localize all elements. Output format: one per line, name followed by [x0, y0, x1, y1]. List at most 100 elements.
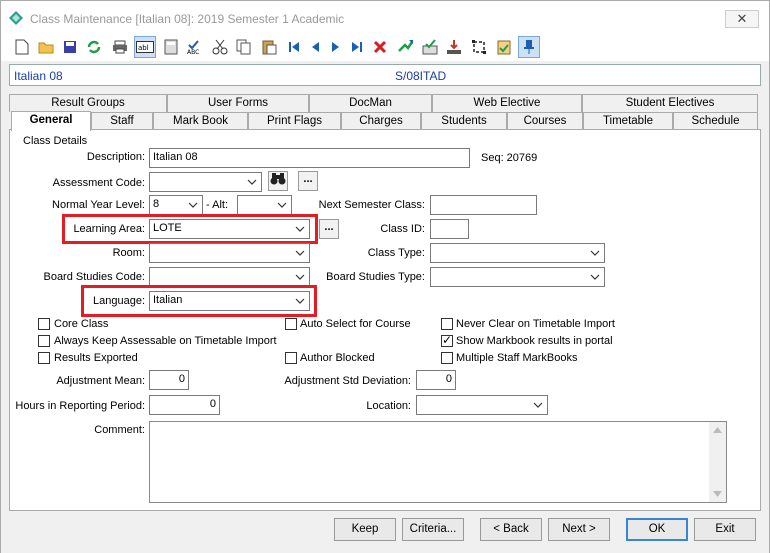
- comment-label: Comment:: [94, 424, 145, 436]
- location-dropdown[interactable]: [416, 395, 548, 415]
- show-markbook-checkbox[interactable]: [441, 333, 453, 347]
- board-studies-type-dropdown[interactable]: [430, 267, 605, 287]
- tab-docman[interactable]: DocMan: [309, 94, 432, 112]
- calculator-icon[interactable]: [160, 36, 182, 58]
- save-icon[interactable]: [59, 36, 81, 58]
- class-type-dropdown[interactable]: [430, 243, 605, 263]
- comment-scrollbar[interactable]: [709, 422, 726, 502]
- next-semester-class-label: Next Semester Class:: [318, 199, 425, 211]
- tab-user-forms[interactable]: User Forms: [167, 94, 309, 112]
- tab-web-elective[interactable]: Web Elective: [432, 94, 582, 112]
- comment-textarea[interactable]: [149, 421, 727, 503]
- last-record-icon[interactable]: [346, 36, 368, 58]
- cut-icon[interactable]: [209, 36, 231, 58]
- description-input[interactable]: Italian 08: [149, 148, 470, 168]
- next-button[interactable]: Next >: [548, 518, 610, 541]
- copy-icon[interactable]: [233, 36, 255, 58]
- print-icon[interactable]: [109, 36, 131, 58]
- normal-year-level-dropdown[interactable]: 8: [149, 195, 203, 215]
- always-keep-assessable-checkbox[interactable]: [38, 335, 50, 347]
- assessment-code-label: Assessment Code:: [52, 177, 145, 189]
- tab-general[interactable]: General: [11, 111, 91, 131]
- tab-student-electives[interactable]: Student Electives: [582, 94, 758, 112]
- app-icon: [9, 11, 23, 25]
- board-studies-type-label: Board Studies Type:: [326, 271, 425, 283]
- keep-button[interactable]: Keep: [334, 518, 396, 541]
- criteria-button[interactable]: Criteria...: [402, 518, 464, 541]
- always-keep-assessable-label: Always Keep Assessable on Timetable Impo…: [54, 335, 277, 347]
- approve-icon[interactable]: [419, 36, 441, 58]
- pin-icon[interactable]: [518, 36, 540, 58]
- scroll-down-icon[interactable]: [713, 491, 722, 497]
- hours-input[interactable]: 0: [149, 395, 220, 415]
- back-button[interactable]: < Back: [480, 518, 542, 541]
- class-id-label: Class ID:: [380, 223, 425, 235]
- core-class-checkbox[interactable]: [38, 318, 50, 330]
- auto-select-course-checkbox[interactable]: [285, 318, 297, 330]
- tab-staff[interactable]: Staff: [91, 112, 153, 130]
- class-type-label: Class Type:: [367, 247, 425, 259]
- chevron-down-icon: [247, 179, 257, 185]
- toolbar: abl ABC: [1, 33, 769, 61]
- tab-students[interactable]: Students: [421, 112, 507, 130]
- assessment-code-browse-button[interactable]: ...: [298, 171, 318, 191]
- new-icon[interactable]: [11, 36, 33, 58]
- learning-area-highlight: [62, 214, 318, 244]
- auto-select-course-label: Auto Select for Course: [300, 318, 411, 330]
- delete-icon[interactable]: [369, 36, 391, 58]
- seq-label: Seq: 20769: [481, 152, 538, 164]
- next-semester-class-input[interactable]: [430, 195, 537, 215]
- jump-icon[interactable]: [394, 36, 416, 58]
- window-title: Class Maintenance [Italian 08]: 2019 Sem…: [30, 12, 345, 26]
- tab-schedule[interactable]: Schedule: [673, 112, 758, 130]
- assessment-code-dropdown[interactable]: [149, 172, 262, 192]
- binoculars-button[interactable]: [268, 171, 288, 191]
- export-icon[interactable]: [443, 36, 465, 58]
- board-studies-code-dropdown[interactable]: [149, 267, 310, 287]
- close-button[interactable]: ✕: [725, 10, 759, 28]
- tab-timetable[interactable]: Timetable: [583, 112, 673, 130]
- board-studies-code-label: Board Studies Code:: [43, 271, 145, 283]
- never-clear-checkbox[interactable]: [441, 318, 453, 330]
- previous-record-icon[interactable]: [304, 36, 326, 58]
- author-blocked-checkbox[interactable]: [285, 352, 297, 364]
- refresh-icon[interactable]: [83, 36, 105, 58]
- crop-icon[interactable]: [468, 36, 490, 58]
- tab-result-groups[interactable]: Result Groups: [9, 94, 167, 112]
- results-exported-checkbox[interactable]: [38, 352, 50, 364]
- chevron-down-icon: [533, 402, 543, 408]
- chevron-down-icon: [188, 202, 198, 208]
- open-icon[interactable]: [35, 36, 57, 58]
- hours-label: Hours in Reporting Period:: [15, 400, 145, 412]
- ok-button[interactable]: OK: [626, 518, 688, 541]
- class-maintenance-window: Class Maintenance [Italian 08]: 2019 Sem…: [0, 0, 770, 553]
- class-id-input[interactable]: [430, 219, 469, 239]
- tab-courses[interactable]: Courses: [507, 112, 583, 130]
- text-field-icon[interactable]: abl: [134, 36, 156, 58]
- description-label: Description:: [86, 151, 145, 163]
- room-dropdown[interactable]: [149, 243, 310, 263]
- normal-year-level-label: Normal Year Level:: [52, 199, 145, 211]
- first-record-icon[interactable]: [283, 36, 305, 58]
- paste-icon[interactable]: [258, 36, 280, 58]
- author-blocked-label: Author Blocked: [300, 352, 375, 364]
- chevron-down-icon: [590, 274, 600, 280]
- language-highlight: [81, 285, 317, 317]
- chevron-down-icon: [590, 250, 600, 256]
- alt-label: - Alt:: [206, 199, 229, 211]
- exit-button[interactable]: Exit: [694, 518, 756, 541]
- results-exported-label: Results Exported: [54, 352, 138, 364]
- next-record-icon[interactable]: [325, 36, 347, 58]
- tab-print-flags[interactable]: Print Flags: [248, 112, 341, 130]
- tab-mark-book[interactable]: Mark Book: [153, 112, 248, 130]
- tab-charges[interactable]: Charges: [341, 112, 421, 130]
- adjustment-std-input[interactable]: 0: [416, 370, 456, 390]
- spellcheck-icon[interactable]: ABC: [184, 36, 206, 58]
- show-markbook-label: Show Markbook results in portal: [456, 335, 613, 347]
- adjustment-std-label: Adjustment Std Deviation:: [284, 375, 411, 387]
- scroll-up-icon[interactable]: [713, 427, 722, 433]
- alt-year-level-dropdown[interactable]: [237, 195, 292, 215]
- multiple-staff-markbooks-checkbox[interactable]: [441, 352, 453, 364]
- adjustment-mean-input[interactable]: 0: [149, 370, 189, 390]
- clipboard-check-icon[interactable]: [493, 36, 515, 58]
